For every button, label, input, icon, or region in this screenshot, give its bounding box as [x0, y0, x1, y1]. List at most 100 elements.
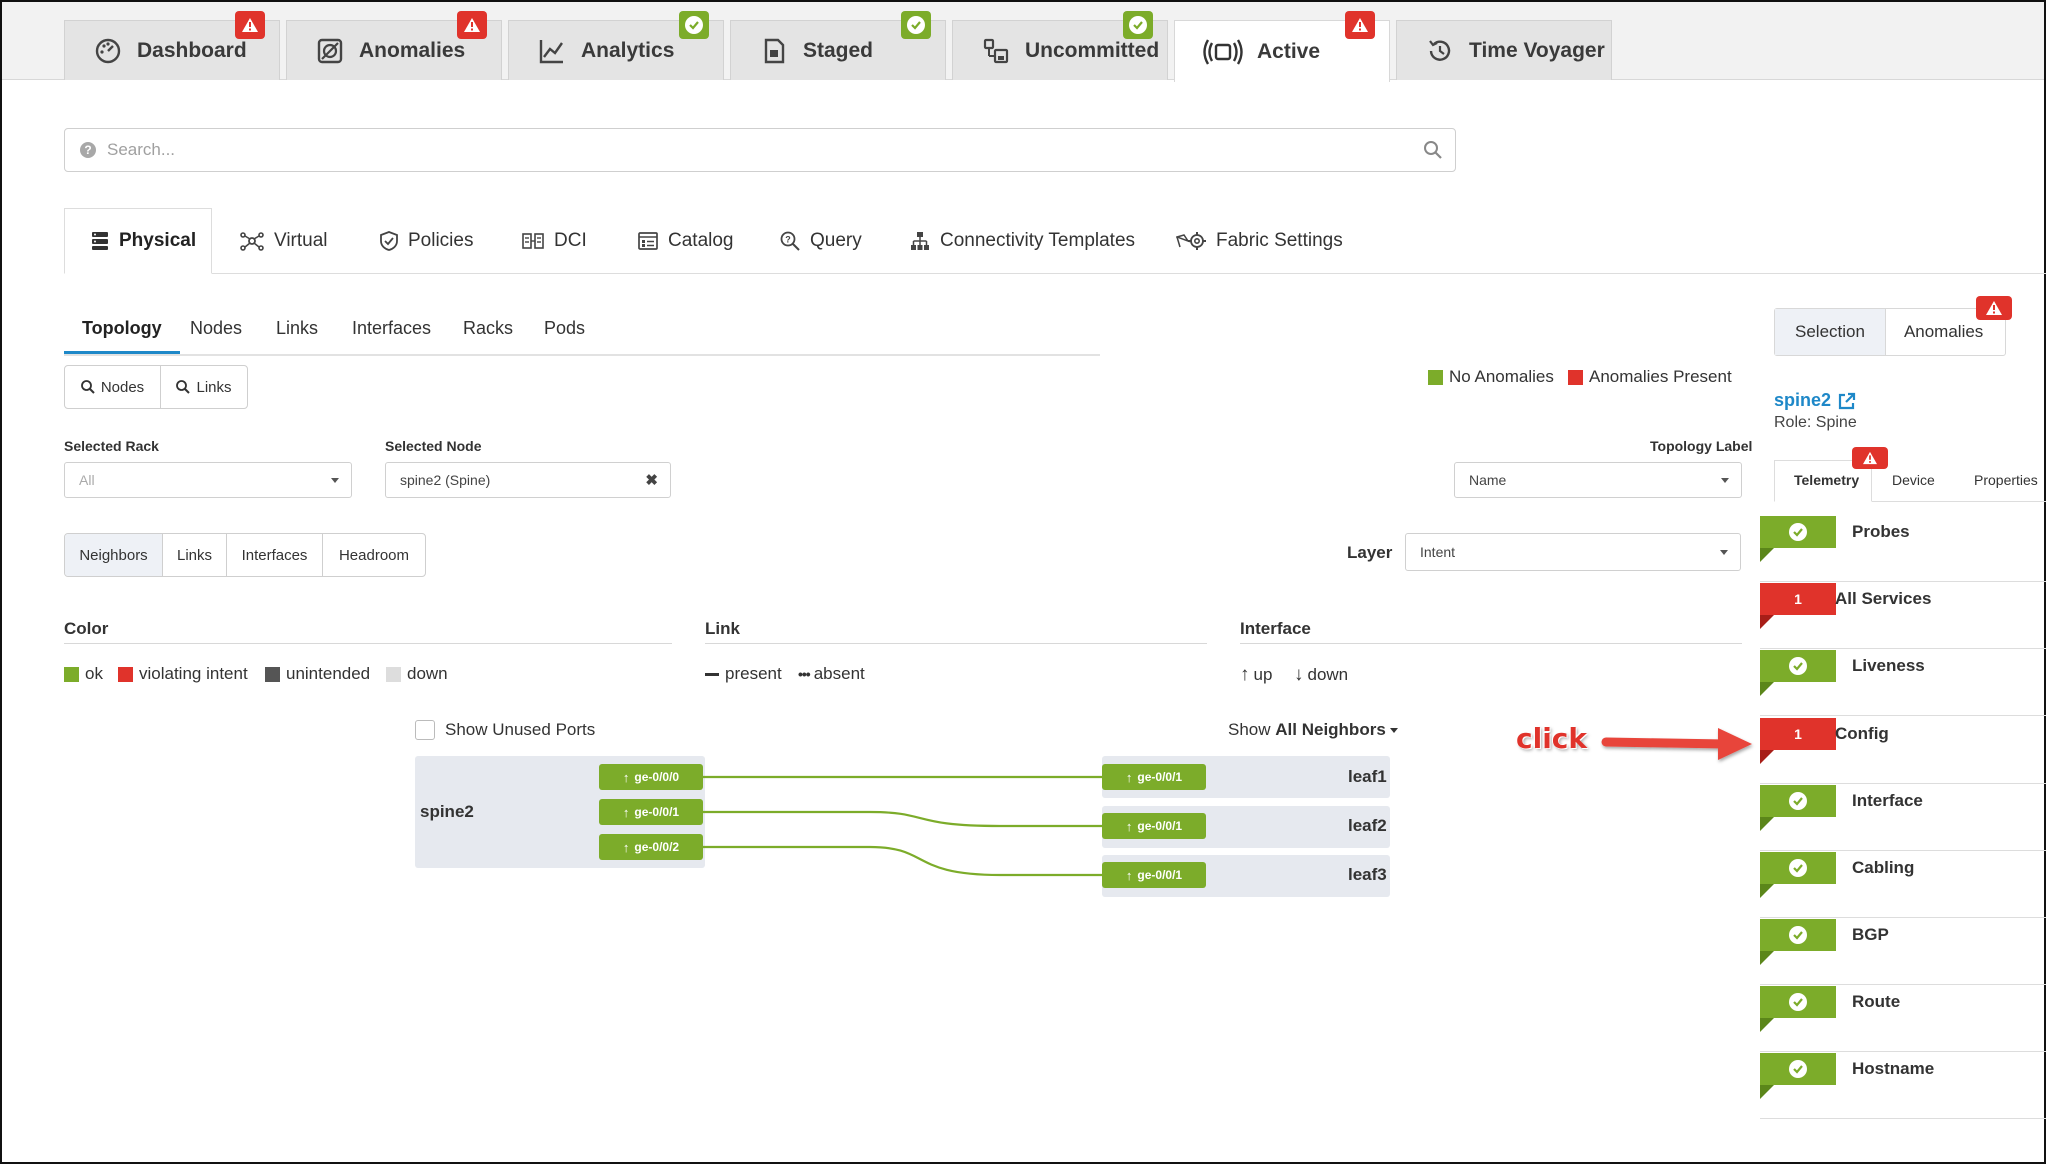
- probe-all-services[interactable]: 1 All Services: [1760, 583, 2046, 649]
- arrow-up-icon: ↑: [622, 839, 630, 855]
- arrow-up-icon: ↑: [1240, 664, 1250, 685]
- tab-racks[interactable]: Racks: [463, 318, 513, 354]
- check-icon: [1789, 1060, 1807, 1078]
- tab-label: Time Voyager: [1469, 38, 1605, 62]
- tab-active[interactable]: Active: [1174, 11, 1390, 82]
- clear-x-icon[interactable]: ✖: [645, 471, 658, 489]
- probe-liveness[interactable]: Liveness: [1760, 650, 2046, 716]
- probe-hostname[interactable]: Hostname: [1760, 1053, 2046, 1119]
- tab-label: Virtual: [274, 230, 328, 251]
- telemetry-tabs: Telemetry Device Properties: [1774, 460, 2046, 502]
- probe-route[interactable]: Route: [1760, 986, 2046, 1052]
- port-spine2-0[interactable]: ↑ ge-0/0/0: [599, 764, 703, 790]
- show-unused-ports-checkbox[interactable]: Show Unused Ports: [415, 720, 595, 740]
- staged-document-icon: [759, 36, 789, 66]
- tab-connectivity-templates[interactable]: Connectivity Templates: [910, 208, 1135, 274]
- tab-device[interactable]: Device: [1892, 472, 1935, 488]
- port-spine2-1[interactable]: ↑ ge-0/0/1: [599, 799, 703, 825]
- port-label: ge-0/0/1: [634, 805, 680, 819]
- tab-interfaces[interactable]: Interfaces: [352, 318, 431, 354]
- tab-dci[interactable]: DCI: [522, 208, 587, 274]
- probe-probes[interactable]: Probes: [1760, 516, 2046, 582]
- search-input[interactable]: [107, 140, 1387, 160]
- caret-down-icon: [1721, 478, 1729, 483]
- violating-swatch: [118, 666, 133, 682]
- tab-topology[interactable]: Topology: [64, 318, 180, 354]
- tab-telemetry[interactable]: Telemetry: [1794, 472, 1859, 488]
- probe-config[interactable]: 1 Config: [1760, 718, 2046, 784]
- port-label: ge-0/0/2: [634, 840, 680, 854]
- tab-query[interactable]: ? Query: [780, 208, 862, 274]
- port-leaf1[interactable]: ↑ ge-0/0/1: [1102, 764, 1206, 790]
- check-badge-icon: [901, 11, 931, 39]
- tab-dashboard[interactable]: Dashboard: [64, 11, 280, 80]
- tab-policies[interactable]: Policies: [380, 208, 473, 274]
- tab-anomalies[interactable]: Anomalies: [286, 11, 502, 80]
- checkbox-box[interactable]: [415, 720, 435, 740]
- tab-uncommitted[interactable]: Uncommitted: [952, 11, 1168, 80]
- tab-catalog[interactable]: Catalog: [638, 208, 734, 274]
- shield-check-icon: [380, 231, 398, 251]
- selected-node-select[interactable]: spine2 (Spine) ✖: [385, 462, 671, 498]
- port-spine2-2[interactable]: ↑ ge-0/0/2: [599, 834, 703, 860]
- topology-links: [703, 775, 1105, 877]
- tab-label: DCI: [554, 230, 587, 251]
- search-nodes-button[interactable]: Nodes: [65, 366, 161, 408]
- search-button-group: Nodes Links: [64, 365, 248, 409]
- ok-flag: [1760, 986, 1836, 1018]
- check-icon: [1789, 523, 1807, 541]
- layer-select[interactable]: Intent: [1405, 533, 1741, 571]
- node-role: Role: Spine: [1774, 414, 1857, 431]
- check-icon: [1789, 926, 1807, 944]
- tab-staged[interactable]: Staged: [730, 11, 946, 80]
- anomaly-legend-none: No Anomalies: [1428, 367, 1554, 387]
- tab-pods[interactable]: Pods: [544, 318, 585, 354]
- probe-name: Hostname: [1852, 1059, 1935, 1078]
- query-icon: ?: [780, 231, 800, 251]
- probe-name: Route: [1852, 992, 1901, 1011]
- dci-icon: [522, 231, 544, 251]
- links-button[interactable]: Links: [163, 534, 227, 576]
- tab-selection[interactable]: Selection: [1775, 309, 1886, 355]
- caret-down-icon: [331, 478, 339, 483]
- link-leaf3: [703, 845, 1105, 877]
- legend-label: present: [725, 664, 782, 683]
- selected-rack-select[interactable]: All: [64, 462, 352, 498]
- arrow-up-icon: ↑: [1125, 769, 1133, 785]
- tab-time-voyager[interactable]: Time Voyager: [1396, 20, 1612, 80]
- tab-virtual[interactable]: Virtual: [240, 208, 328, 274]
- node-link-spine2[interactable]: spine2: [1774, 390, 1857, 411]
- interface-legend-divider: [1240, 643, 1742, 644]
- tab-links[interactable]: Links: [276, 318, 318, 354]
- legend-present: present: [705, 664, 782, 684]
- count-flag: 1: [1760, 718, 1836, 750]
- tab-analytics[interactable]: Analytics: [508, 11, 724, 80]
- tab-label: Physical: [119, 230, 197, 251]
- port-leaf3[interactable]: ↑ ge-0/0/1: [1102, 862, 1206, 888]
- tab-fabric-settings[interactable]: Fabric Settings: [1176, 208, 1343, 274]
- interfaces-button[interactable]: Interfaces: [227, 534, 323, 576]
- probe-interface[interactable]: Interface: [1760, 785, 2046, 851]
- ok-flag: [1760, 785, 1836, 817]
- search-icon[interactable]: [1423, 140, 1443, 160]
- search-links-button[interactable]: Links: [161, 366, 247, 408]
- probe-bgp[interactable]: BGP: [1760, 919, 2046, 985]
- tab-label: Policies: [408, 230, 474, 251]
- port-leaf2[interactable]: ↑ ge-0/0/1: [1102, 813, 1206, 839]
- show-neighbors-dropdown[interactable]: Show All Neighbors: [1228, 720, 1398, 740]
- topology-label-select[interactable]: Name: [1454, 462, 1742, 498]
- flag-tail: [1760, 951, 1774, 965]
- ok-flag: [1760, 1053, 1836, 1085]
- help-circle-icon[interactable]: ?: [79, 141, 97, 159]
- headroom-button[interactable]: Headroom: [323, 534, 425, 576]
- tab-nodes[interactable]: Nodes: [190, 318, 242, 354]
- show-value: All Neighbors: [1275, 720, 1386, 739]
- neighbors-button[interactable]: Neighbors: [65, 534, 163, 576]
- uncommitted-icon: [981, 36, 1011, 66]
- legend-label: unintended: [286, 664, 371, 683]
- tab-label: Dashboard: [137, 38, 247, 62]
- probe-cabling[interactable]: Cabling: [1760, 852, 2046, 918]
- probe-name: All Services: [1835, 589, 1932, 608]
- tab-properties[interactable]: Properties: [1974, 472, 2038, 488]
- tab-physical[interactable]: Physical: [64, 208, 212, 274]
